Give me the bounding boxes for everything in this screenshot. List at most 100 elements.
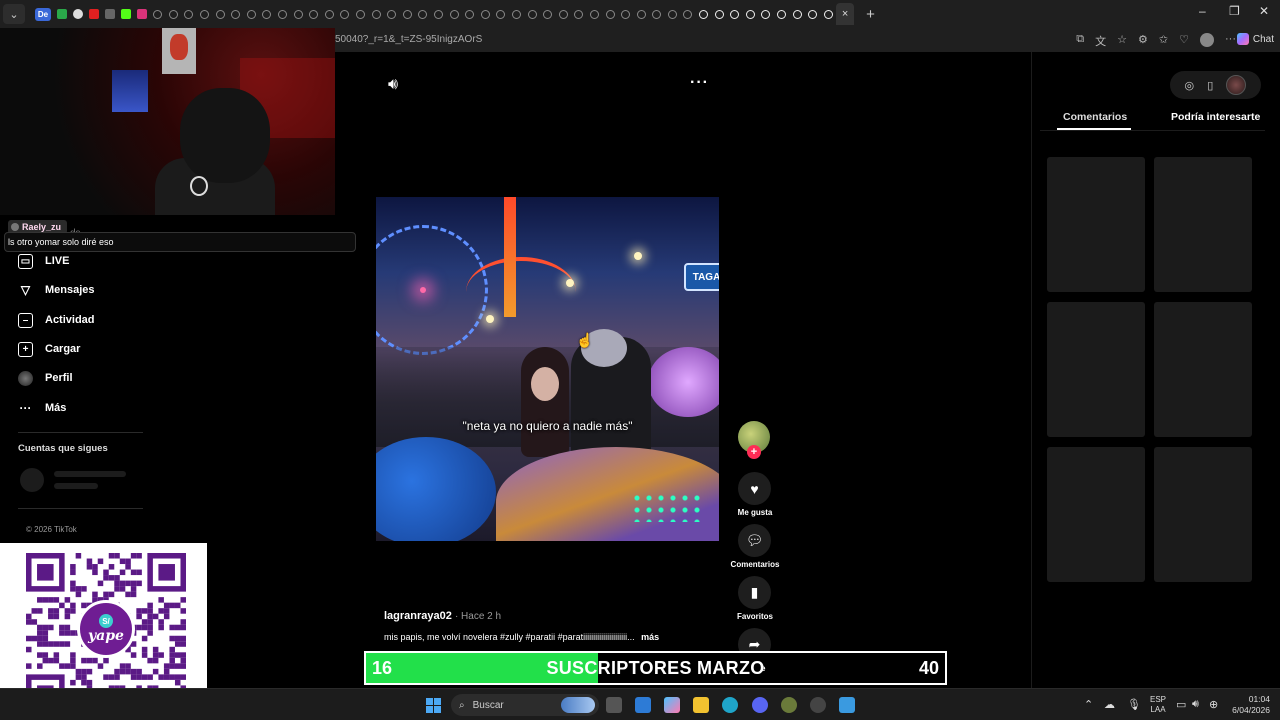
tab-favicon-tiktok[interactable] (433, 9, 443, 19)
maximize-icon[interactable]: ❐ (1229, 4, 1240, 18)
tab-actions-chevron-icon[interactable]: ⌄ (3, 4, 25, 24)
tab-favicon-tiktok[interactable] (792, 9, 802, 19)
new-tab-button[interactable]: + (866, 6, 875, 23)
tab-favicon-kick[interactable] (121, 9, 131, 19)
tab-favicon-tiktok[interactable] (621, 9, 631, 19)
sidebar-item-more[interactable]: ··· Más (18, 398, 67, 418)
store-icon[interactable] (635, 697, 651, 713)
tab-favicon-tiktok[interactable] (356, 9, 366, 19)
tab-favicon-tiktok[interactable] (699, 9, 709, 19)
tab-comments[interactable]: Comentarios (1063, 111, 1127, 123)
video-author[interactable]: lagranraya02 · Hace 2 h (384, 610, 501, 622)
minimize-icon[interactable]: – (1199, 4, 1206, 18)
mic-icon[interactable]: 🎙︎ (1127, 698, 1141, 711)
user-avatar[interactable] (1226, 75, 1247, 95)
tab-favicon-tiktok[interactable] (200, 9, 210, 19)
tab-favicon-tiktok[interactable] (543, 9, 553, 19)
tab-favicon-tiktok[interactable] (387, 9, 397, 19)
sidebar-item-profile[interactable]: Perfil (18, 368, 73, 388)
tab-favicon-tiktok[interactable] (761, 9, 771, 19)
taskbar-clock[interactable]: 01:04 6/04/2026 (1228, 694, 1270, 716)
tab-favicon-tiktok[interactable] (527, 9, 537, 19)
workspace-tab[interactable]: De (35, 7, 51, 21)
battery-icon[interactable]: ⊕ (1209, 698, 1218, 711)
tab-favicon-tiktok[interactable] (340, 9, 350, 19)
taskbar-search[interactable]: ⌕ Buscar (451, 694, 599, 716)
tab-favicon-tiktok[interactable] (246, 9, 256, 19)
tab-favicon-instagram[interactable] (137, 9, 147, 19)
copilot-app-icon[interactable] (664, 697, 680, 713)
onedrive-icon[interactable]: ☁ (1104, 698, 1115, 711)
network-icon[interactable]: ▭ (1176, 698, 1186, 711)
sidebar-item-messages[interactable]: ▽ Mensajes (18, 280, 95, 300)
tab-favicon-tiktok[interactable] (496, 9, 506, 19)
tab-favicon-tiktok[interactable] (324, 9, 334, 19)
tab-favicon-tiktok[interactable] (589, 9, 599, 19)
sidebar-item-live[interactable]: ▭ LIVE (18, 251, 69, 271)
compass-icon[interactable]: ◎ (1185, 79, 1195, 92)
favorite-star-icon[interactable]: ☆ (1117, 33, 1127, 49)
window-close-icon[interactable]: ✕ (1259, 4, 1269, 18)
tab-favicon-tiktok[interactable] (371, 9, 381, 19)
file-explorer-icon[interactable] (693, 697, 709, 713)
app-icon[interactable] (781, 697, 797, 713)
browser-menu-icon[interactable]: ··· (1225, 33, 1236, 49)
obs-icon[interactable] (810, 697, 826, 713)
tab-favicon-tiktok[interactable] (309, 9, 319, 19)
tab-favicon-tiktok[interactable] (558, 9, 568, 19)
tab-favicon-tiktok[interactable] (402, 9, 412, 19)
author-username[interactable]: lagranraya02 (384, 610, 452, 622)
tab-favicon-page[interactable] (105, 9, 115, 19)
tab-favicon-tiktok[interactable] (262, 9, 272, 19)
tab-favicon-tiktok[interactable] (73, 9, 83, 19)
tab-favicon-tiktok[interactable] (449, 9, 459, 19)
discord-icon[interactable] (752, 697, 768, 713)
tab-favicon-tiktok[interactable] (153, 9, 163, 19)
volume-icon[interactable]: 🔊︎ (1192, 698, 1199, 711)
tab-favicon-tiktok[interactable] (683, 9, 693, 19)
tab-favicon-tiktok[interactable] (745, 9, 755, 19)
tab-favicon-tiktok[interactable] (808, 9, 818, 19)
follow-plus-button[interactable]: + (747, 445, 761, 459)
active-tab-close-button[interactable]: × (836, 3, 855, 25)
tab-favicon-tiktok[interactable] (605, 9, 615, 19)
tab-favicon-tiktok[interactable] (418, 9, 428, 19)
translate-icon[interactable]: 文 (1095, 33, 1106, 49)
tray-chevron-icon[interactable]: ⌃ (1084, 698, 1093, 711)
comments-button[interactable]: 💬︎ (738, 524, 771, 557)
tab-favicon-tiktok[interactable] (215, 9, 225, 19)
more-link[interactable]: más (641, 632, 659, 642)
tab-recommended[interactable]: Podría interesarte (1171, 111, 1260, 123)
tab-favicon-green[interactable] (57, 9, 67, 19)
tab-favicon-tiktok[interactable] (278, 9, 288, 19)
tab-favicon-tiktok[interactable] (823, 9, 833, 19)
tab-favicon-tiktok[interactable] (574, 9, 584, 19)
like-button[interactable]: ♥ (738, 472, 771, 505)
video-options-icon[interactable]: ··· (690, 74, 709, 92)
video-player[interactable]: TAGA "neta ya no quiero a nadie más" (376, 197, 719, 541)
tab-favicon-tiktok[interactable] (714, 9, 724, 19)
tab-favicon-tiktok[interactable] (480, 9, 490, 19)
url-text[interactable]: 50040?_r=1&_t=ZS-95InigzAOrS (335, 34, 482, 45)
browser-essentials-icon[interactable]: ♡ (1179, 33, 1189, 49)
tab-favicon-tiktok[interactable] (231, 9, 241, 19)
windows-start-icon[interactable] (426, 698, 441, 713)
tab-favicon-tiktok[interactable] (184, 9, 194, 19)
favorites-bar-icon[interactable]: ✩ (1159, 33, 1168, 49)
sound-icon[interactable]: 🔊︎ (388, 76, 398, 94)
tab-favicon-tiktok[interactable] (777, 9, 787, 19)
open-in-app-icon[interactable]: ⧉ (1076, 33, 1084, 49)
language-indicator[interactable]: ESP LAA (1150, 695, 1166, 715)
favorites-button[interactable]: ▮ (738, 576, 771, 609)
tab-favicon-tiktok[interactable] (730, 9, 740, 19)
tab-favicon-tiktok[interactable] (667, 9, 677, 19)
tab-favicon-tiktok[interactable] (636, 9, 646, 19)
profile-avatar-icon[interactable] (1200, 33, 1214, 47)
tab-favicon-tiktok[interactable] (652, 9, 662, 19)
phone-icon[interactable]: ▯ (1207, 79, 1213, 92)
tab-favicon-tiktok[interactable] (465, 9, 475, 19)
tab-favicon-tiktok[interactable] (511, 9, 521, 19)
sidebar-item-activity[interactable]: – Actividad (18, 310, 95, 330)
edge-icon[interactable] (722, 697, 738, 713)
tab-favicon-tiktok[interactable] (293, 9, 303, 19)
